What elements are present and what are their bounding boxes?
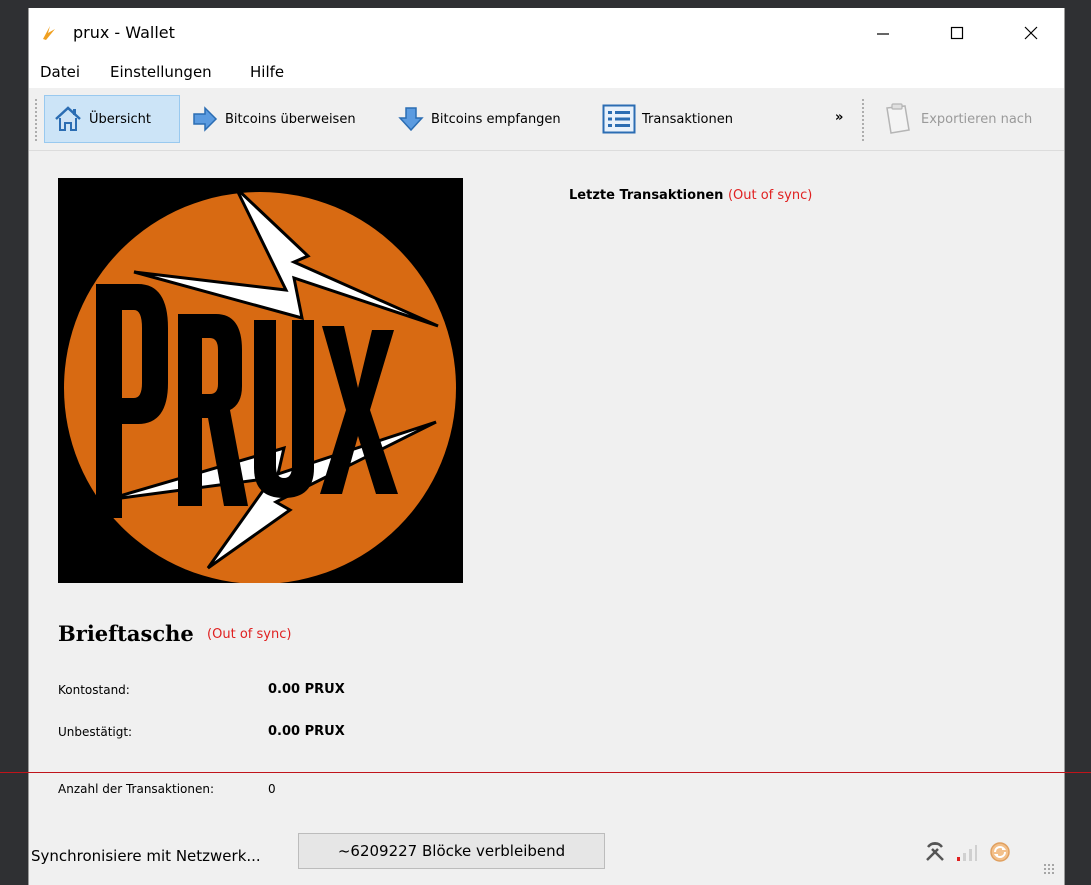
tx-count-value: 0: [268, 782, 276, 796]
sync-status-label: Synchronisiere mit Netzwerk...: [31, 847, 261, 865]
menu-datei[interactable]: Datei: [40, 63, 80, 81]
tab-receive-label: Bitcoins empfangen: [431, 111, 561, 127]
unconfirmed-value: 0.00 PRUX: [268, 724, 345, 739]
status-icons: [924, 840, 1012, 864]
sync-progress-bar: ~6209227 Blöcke verbleibend: [298, 833, 605, 869]
tab-receive[interactable]: Bitcoins empfangen: [397, 95, 561, 143]
balance-label: Kontostand:: [58, 683, 130, 697]
export-label: Exportieren nach: [921, 111, 1033, 127]
title-bar[interactable]: prux - Wallet: [29, 8, 1064, 58]
maximize-icon: [950, 26, 964, 40]
window-title: prux - Wallet: [73, 23, 175, 42]
tab-transactions[interactable]: Transaktionen: [602, 95, 733, 143]
tab-transactions-label: Transaktionen: [642, 111, 733, 127]
send-arrow-icon: [193, 106, 218, 132]
menu-bar: Datei Einstellungen Hilfe: [29, 58, 1064, 88]
signal-icon[interactable]: [956, 841, 978, 863]
toolbar-overflow-button[interactable]: »: [835, 110, 843, 125]
close-button[interactable]: [1008, 8, 1054, 58]
tab-send-label: Bitcoins überweisen: [225, 111, 356, 127]
tab-send[interactable]: Bitcoins überweisen: [191, 95, 356, 143]
recent-transactions-header: Letzte Transaktionen (Out of sync): [569, 188, 812, 203]
recent-transactions-title: Letzte Transaktionen: [569, 188, 724, 203]
menu-hilfe[interactable]: Hilfe: [250, 63, 284, 81]
minimize-icon: [877, 33, 889, 35]
toolbar: Übersicht Bitcoins überweisen Bitcoins e…: [29, 90, 1064, 151]
sync-icon[interactable]: [988, 840, 1012, 864]
prux-logo: [58, 178, 463, 583]
sync-progress-text: ~6209227 Blöcke verbleibend: [337, 842, 566, 860]
close-icon: [1024, 26, 1038, 40]
list-icon: [602, 104, 636, 134]
toolbar-handle-2[interactable]: [861, 98, 865, 142]
minimize-button[interactable]: [860, 8, 906, 58]
wallet-title: Brieftasche: [58, 621, 194, 646]
recent-out-of-sync-label: (Out of sync): [727, 188, 813, 203]
tab-uebersicht[interactable]: Übersicht: [44, 95, 180, 143]
home-icon: [55, 106, 81, 131]
menu-einstellungen[interactable]: Einstellungen: [110, 63, 212, 81]
wallet-header: Brieftasche (Out of sync): [58, 621, 291, 646]
tab-uebersicht-label: Übersicht: [89, 111, 151, 127]
wallet-out-of-sync-label: (Out of sync): [207, 627, 292, 642]
wallet-window: prux - Wallet Datei Einstellungen Hilfe …: [28, 8, 1065, 885]
mining-icon[interactable]: [924, 841, 946, 863]
clipboard-icon: [886, 103, 910, 134]
tx-count-label: Anzahl der Transaktionen:: [58, 782, 214, 796]
unconfirmed-label: Unbestätigt:: [58, 725, 133, 739]
export-button[interactable]: Exportieren nach: [881, 95, 1032, 143]
balance-value: 0.00 PRUX: [268, 682, 345, 697]
resize-grip[interactable]: [1043, 863, 1055, 875]
overlay-red-line: [0, 772, 1091, 773]
status-bar: Synchronisiere mit Netzwerk... ~6209227 …: [29, 828, 1064, 885]
receive-arrow-icon: [398, 107, 424, 132]
toolbar-handle[interactable]: [34, 98, 38, 142]
prux-app-icon: [43, 26, 55, 40]
maximize-button[interactable]: [934, 8, 980, 58]
